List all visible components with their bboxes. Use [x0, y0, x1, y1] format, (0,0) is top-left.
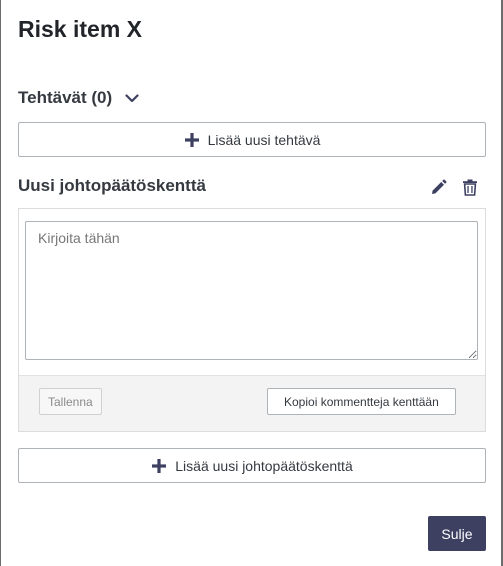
copy-comments-button[interactable]: Kopioi kommentteja kenttään — [267, 388, 456, 415]
modal-title: Risk item X — [18, 16, 142, 42]
plus-icon — [151, 458, 167, 474]
save-button[interactable]: Tallenna — [39, 388, 102, 415]
plus-icon — [184, 132, 200, 148]
close-button[interactable]: Sulje — [428, 516, 486, 551]
tasks-section-header[interactable]: Tehtävät (0) — [18, 88, 140, 108]
add-conclusion-button[interactable]: Lisää uusi johtopäätöskenttä — [18, 448, 486, 483]
add-task-label: Lisää uusi tehtävä — [207, 131, 321, 148]
chevron-down-icon[interactable] — [124, 90, 140, 106]
add-conclusion-label: Lisää uusi johtopäätöskenttä — [175, 457, 353, 474]
conclusion-panel: Tallenna Kopioi kommentteja kenttään — [18, 208, 486, 432]
pencil-icon[interactable] — [429, 178, 447, 196]
conclusion-panel-footer: Tallenna Kopioi kommentteja kenttään — [19, 375, 485, 431]
add-task-button[interactable]: Lisää uusi tehtävä — [18, 122, 486, 157]
conclusion-textarea[interactable] — [25, 221, 478, 360]
tasks-label: Tehtävät (0) — [18, 88, 113, 107]
trash-icon[interactable] — [461, 178, 479, 196]
conclusion-heading: Uusi johtopäätöskenttä — [18, 176, 206, 195]
risk-item-modal: Risk item X Tehtävät (0) Lisää uusi teht… — [0, 0, 503, 566]
